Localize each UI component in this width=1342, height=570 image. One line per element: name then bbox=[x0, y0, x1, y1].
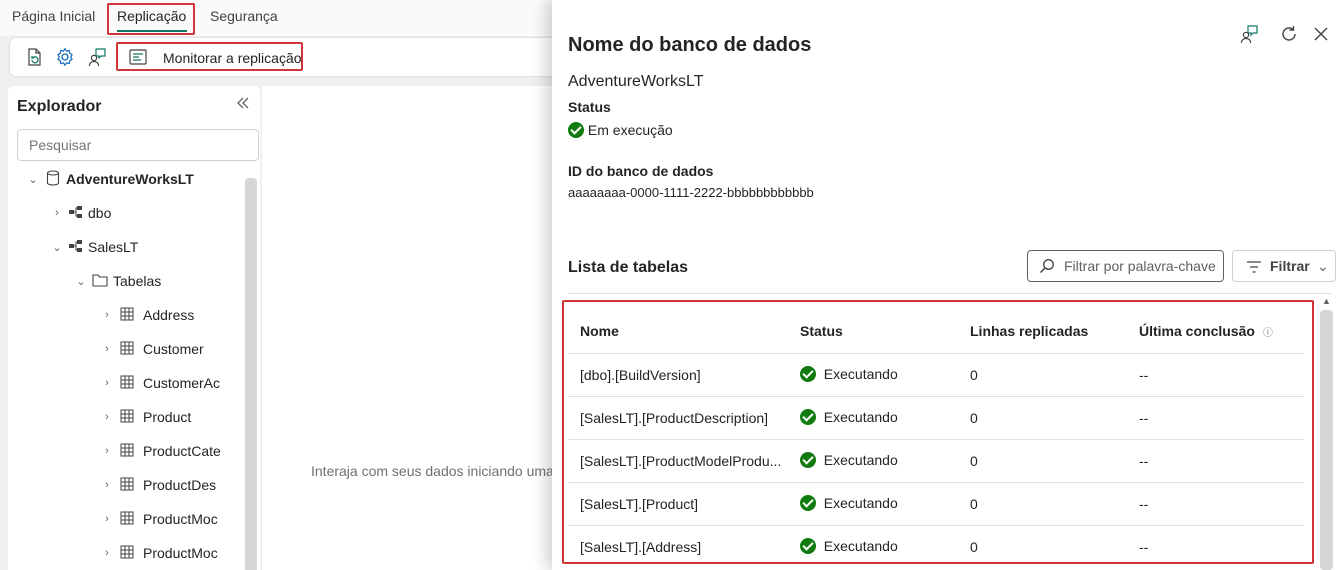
status-label: Status bbox=[568, 99, 611, 115]
tree-item-schema-saleslt[interactable]: ⌄ SalesLT bbox=[50, 235, 138, 259]
tab-security[interactable]: Segurança bbox=[210, 8, 278, 24]
explorer-search-input[interactable] bbox=[17, 129, 259, 161]
filter-button[interactable]: Filtrar ⌄ bbox=[1232, 250, 1336, 282]
table-icon bbox=[120, 341, 134, 358]
filter-lines-icon bbox=[1246, 260, 1262, 277]
tree-item-label: dbo bbox=[88, 205, 112, 221]
explorer-scrollbar[interactable] bbox=[245, 178, 257, 570]
person-feedback-icon[interactable] bbox=[87, 47, 107, 67]
folder-icon bbox=[92, 273, 108, 290]
tree-item-table[interactable]: › ProductMoc bbox=[100, 541, 218, 565]
database-name: AdventureWorksLT bbox=[568, 73, 704, 90]
chevron-down-icon: ⌄ bbox=[1317, 258, 1329, 274]
tree-item-label: CustomerAc bbox=[143, 375, 221, 391]
chevron-right-icon[interactable]: › bbox=[100, 309, 114, 321]
tree-item-table[interactable]: › ProductMoc bbox=[100, 507, 218, 531]
tree-item-label: ProductDes bbox=[143, 477, 217, 493]
table-list-title: Lista de tabelas bbox=[568, 259, 689, 276]
tree-item-schema-dbo[interactable]: › dbo bbox=[50, 201, 111, 225]
status-value: Em execução bbox=[568, 122, 673, 138]
tree-item-label: Address bbox=[143, 307, 195, 323]
chevron-right-icon[interactable]: › bbox=[100, 513, 114, 525]
empty-state-text: Interaja com seus dados iniciando uma bbox=[311, 463, 554, 479]
tree-item-label: ProductMoc bbox=[143, 545, 218, 561]
tree-item-table[interactable]: › Product bbox=[100, 405, 191, 429]
document-refresh-icon[interactable] bbox=[24, 47, 44, 67]
divider bbox=[568, 293, 1332, 294]
chevron-down-icon[interactable]: ⌄ bbox=[26, 173, 40, 186]
chevron-right-icon[interactable]: › bbox=[100, 377, 114, 389]
tree-item-label: Tabelas bbox=[113, 273, 162, 289]
table-icon bbox=[120, 545, 134, 562]
filter-keyword-placeholder: Filtrar por palavra-chave bbox=[1064, 258, 1216, 274]
table-icon bbox=[120, 477, 134, 494]
tree-item-label: AdventureWorksLT bbox=[66, 171, 194, 187]
person-feedback-icon[interactable] bbox=[1239, 24, 1259, 44]
tree-item-label: Product bbox=[143, 409, 192, 425]
tab-highlight-box bbox=[107, 3, 195, 35]
chevron-right-icon[interactable]: › bbox=[100, 547, 114, 559]
database-id-label: ID do banco de dados bbox=[568, 163, 714, 179]
chevron-right-icon[interactable]: › bbox=[100, 445, 114, 457]
tree-item-label: ProductMoc bbox=[143, 511, 218, 527]
chevron-down-icon[interactable]: ⌄ bbox=[74, 275, 88, 288]
checkmark-circle-icon bbox=[568, 122, 584, 138]
schema-icon bbox=[68, 239, 84, 256]
tree-item-table[interactable]: › Address bbox=[100, 303, 194, 327]
tab-home[interactable]: Página Inicial bbox=[12, 8, 95, 24]
panel-scrollbar[interactable] bbox=[1320, 310, 1333, 570]
monitor-button-highlight-box bbox=[116, 42, 303, 71]
tree-item-table[interactable]: › Customer bbox=[100, 337, 204, 361]
tree-item-label: Customer bbox=[143, 341, 204, 357]
tree-item-table[interactable]: › CustomerAc bbox=[100, 371, 220, 395]
ribbon-tabs: Página Inicial Replicação Segurança bbox=[0, 0, 560, 36]
close-icon[interactable] bbox=[1311, 24, 1331, 44]
tree-item-label: SalesLT bbox=[88, 239, 139, 255]
gear-icon[interactable] bbox=[55, 47, 75, 67]
table-icon bbox=[120, 375, 134, 392]
main-canvas: Interaja com seus dados iniciando uma bbox=[262, 86, 562, 570]
tree-item-folder-tables[interactable]: ⌄ Tabelas bbox=[74, 269, 161, 293]
filter-button-label: Filtrar bbox=[1270, 258, 1310, 274]
chevron-right-icon[interactable]: › bbox=[50, 207, 64, 219]
tree-item-table[interactable]: › ProductDes bbox=[100, 473, 216, 497]
scroll-up-arrow-icon[interactable]: ▲ bbox=[1322, 296, 1331, 306]
replication-monitor-panel: Nome do banco de dados AdventureWorksLT … bbox=[552, 0, 1342, 570]
database-icon bbox=[46, 169, 60, 189]
panel-title: Nome do banco de dados bbox=[568, 34, 812, 56]
tree-item-database[interactable]: ⌄ AdventureWorksLT bbox=[26, 167, 194, 191]
schema-icon bbox=[68, 205, 84, 222]
explorer-pane: Explorador ⌄ AdventureWorksLT › dbo ⌄ Sa… bbox=[8, 86, 260, 570]
tree-item-label: ProductCate bbox=[143, 443, 221, 459]
table-icon bbox=[120, 511, 134, 528]
explorer-title: Explorador bbox=[17, 98, 102, 115]
tree-item-table[interactable]: › ProductCate bbox=[100, 439, 221, 463]
table-icon bbox=[120, 443, 134, 460]
chevron-right-icon[interactable]: › bbox=[100, 479, 114, 491]
refresh-icon[interactable] bbox=[1279, 24, 1299, 44]
chevron-right-icon[interactable]: › bbox=[100, 411, 114, 423]
database-id-value: aaaaaaaa-0000-1111-2222-bbbbbbbbbbbb bbox=[568, 185, 814, 200]
table-icon bbox=[120, 307, 134, 324]
search-icon bbox=[1039, 258, 1055, 277]
filter-keyword-input[interactable]: Filtrar por palavra-chave bbox=[1027, 250, 1224, 282]
chevron-right-icon[interactable]: › bbox=[100, 343, 114, 355]
table-highlight-box bbox=[562, 300, 1314, 564]
collapse-double-chevron-icon[interactable] bbox=[236, 96, 250, 115]
status-value-text: Em execução bbox=[587, 122, 673, 138]
table-icon bbox=[120, 409, 134, 426]
chevron-down-icon[interactable]: ⌄ bbox=[50, 241, 64, 254]
